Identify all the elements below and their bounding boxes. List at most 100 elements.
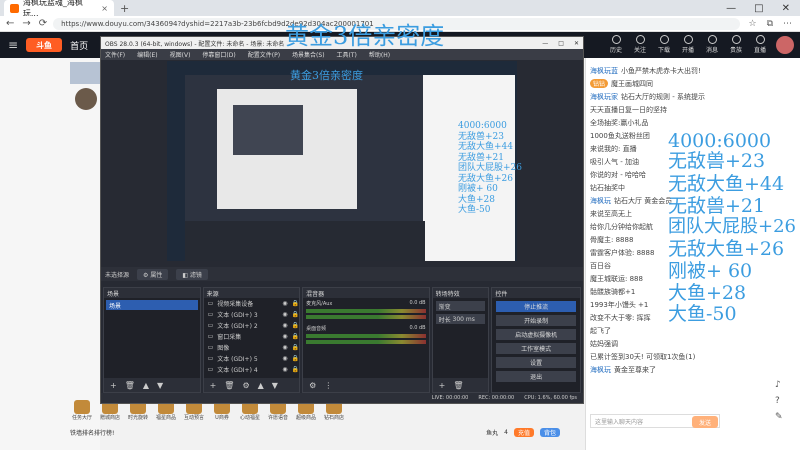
source-item[interactable]: ▭ 窗口采集 ◉ 🔒: [204, 331, 300, 342]
close-tab-icon[interactable]: ×: [101, 4, 108, 13]
source-item[interactable]: ▭ 文本 (GDI+) 4 ◉ 🔒: [204, 364, 300, 375]
obs-menu-item[interactable]: 视图(V): [170, 50, 191, 59]
back-icon[interactable]: ←: [6, 18, 14, 29]
add-transition-icon[interactable]: +: [439, 381, 446, 390]
source-item[interactable]: ▭ 文本 (GDI+) 2 ◉ 🔒: [204, 320, 300, 331]
lock-icon[interactable]: 🔒: [292, 300, 299, 307]
header-history-button[interactable]: 历史: [608, 35, 624, 54]
lock-icon[interactable]: 🔒: [292, 355, 299, 362]
chat-username[interactable]: 海枫玩蓝: [590, 66, 618, 76]
source-item[interactable]: ▭ 视频采集设备 ◉ 🔒: [204, 298, 300, 309]
source-down-icon[interactable]: ▼: [272, 381, 278, 390]
eye-icon[interactable]: ◉: [282, 344, 287, 351]
obs-menu-item[interactable]: 文件(F): [105, 50, 125, 59]
obs-menu-item[interactable]: 工具(T): [337, 50, 357, 59]
eye-icon[interactable]: ◉: [282, 366, 287, 373]
forward-icon[interactable]: →: [22, 18, 30, 29]
obs-minimize-icon[interactable]: —: [542, 40, 548, 47]
star-icon[interactable]: ☆: [748, 19, 756, 29]
backpack-button[interactable]: 背包: [539, 427, 560, 437]
header-message-button[interactable]: 消息: [704, 35, 720, 54]
eye-icon[interactable]: ◉: [282, 322, 287, 329]
filters-button[interactable]: ◧ 滤镜: [176, 268, 208, 280]
add-icon[interactable]: +: [110, 381, 117, 390]
header-vip-button[interactable]: 贵族: [728, 35, 744, 54]
send-button[interactable]: 发送: [692, 416, 718, 428]
source-up-icon[interactable]: ▲: [258, 381, 264, 390]
source-settings-icon[interactable]: ⚙: [242, 381, 249, 390]
source-item[interactable]: ▭ 图像 ◉ 🔒: [204, 342, 300, 353]
header-open-button[interactable]: 开播: [680, 35, 696, 54]
header-live-button[interactable]: 直播: [752, 35, 768, 54]
down-icon[interactable]: ▼: [157, 381, 163, 390]
header-download-button[interactable]: 下载: [656, 35, 672, 54]
extensions-icon[interactable]: ⧉: [767, 19, 773, 29]
lock-icon[interactable]: 🔒: [292, 344, 299, 351]
hamburger-icon[interactable]: ≡: [0, 38, 26, 52]
eye-icon[interactable]: ◉: [282, 311, 287, 318]
header-follow-button[interactable]: 关注: [632, 35, 648, 54]
streamer-avatar[interactable]: [75, 88, 97, 110]
source-name: 窗口采集: [217, 334, 242, 341]
minimize-icon[interactable]: —: [726, 3, 736, 14]
new-tab-icon[interactable]: +: [120, 2, 129, 15]
chat-text: 全场抽奖:赢小礼品: [590, 118, 649, 127]
eye-icon[interactable]: ◉: [282, 355, 287, 362]
home-link[interactable]: 首页: [70, 39, 88, 52]
obs-close-icon[interactable]: ✕: [574, 40, 579, 47]
obs-menu-item[interactable]: 编辑(E): [137, 50, 157, 59]
gift-bar-item[interactable]: 任务大厅: [70, 400, 94, 424]
eye-icon[interactable]: ◉: [282, 333, 287, 340]
help-icon[interactable]: ?: [775, 396, 793, 406]
lock-icon[interactable]: 🔒: [292, 311, 299, 318]
trash-source-icon[interactable]: 🗑: [224, 381, 234, 390]
control-button[interactable]: 开始录制: [496, 315, 576, 326]
edit-icon[interactable]: ✎: [775, 412, 793, 422]
maximize-icon[interactable]: □: [754, 3, 763, 14]
obs-menu-item[interactable]: 帮助(H): [369, 50, 390, 59]
obs-menu-item[interactable]: 场景集合(S): [292, 50, 325, 59]
transition-select[interactable]: 渐变: [435, 301, 486, 311]
chat-username[interactable]: 海枫玩: [590, 196, 611, 206]
menu-icon[interactable]: ⋯: [783, 19, 792, 29]
mixer-more-icon[interactable]: ⋮: [324, 381, 332, 390]
lock-icon[interactable]: 🔒: [292, 333, 299, 340]
close-window-icon[interactable]: ✕: [782, 3, 790, 14]
duration-field[interactable]: 时长 300 ms: [435, 314, 486, 324]
scene-item[interactable]: 场景: [106, 300, 198, 310]
properties-button[interactable]: ⚙ 属性: [137, 268, 169, 280]
stream-thumbnail[interactable]: [70, 62, 100, 84]
eye-icon[interactable]: ◉: [282, 300, 287, 307]
desktop-db: 0.0 dB: [409, 325, 426, 331]
browser-tab[interactable]: 海枫玩蓝魂_海枫玩... ×: [4, 0, 114, 18]
control-button[interactable]: 停止推流: [496, 301, 576, 312]
obs-maximize-icon[interactable]: □: [558, 40, 564, 47]
refresh-icon[interactable]: ⟳: [39, 18, 47, 29]
source-item[interactable]: ▭ 文本 (GDI+) 5 ◉ 🔒: [204, 353, 300, 364]
obs-menu-item[interactable]: 停靠窗口(D): [202, 50, 235, 59]
source-item[interactable]: ▭ 文本 (GDI+) 3 ◉ 🔒: [204, 309, 300, 320]
trash-icon[interactable]: 🗑: [125, 381, 135, 390]
douyu-logo[interactable]: 斗鱼: [26, 38, 63, 52]
gift-bar-label: 福星商品: [155, 415, 176, 421]
chat-username[interactable]: 海枫玩家: [590, 92, 618, 102]
trash-transition-icon[interactable]: 🗑: [453, 381, 463, 390]
user-avatar[interactable]: [776, 36, 794, 54]
control-button[interactable]: 设置: [496, 357, 576, 368]
up-icon[interactable]: ▲: [143, 381, 149, 390]
bell-icon[interactable]: ♪: [775, 380, 793, 390]
lock-icon[interactable]: 🔒: [292, 366, 299, 373]
chat-username[interactable]: 海枫玩: [590, 365, 611, 375]
recharge-button[interactable]: 充值: [513, 427, 534, 437]
mic-volume-slider[interactable]: [306, 315, 426, 319]
gift-bar-label: 赠城商店: [99, 415, 120, 421]
add-source-icon[interactable]: +: [210, 381, 217, 390]
mixer-settings-icon[interactable]: ⚙: [309, 381, 316, 390]
desktop-volume-slider[interactable]: [306, 340, 426, 344]
control-button[interactable]: 工作室模式: [496, 343, 576, 354]
header-live-label: 直播: [753, 47, 766, 54]
lock-icon[interactable]: 🔒: [292, 322, 299, 329]
control-button[interactable]: 启动虚拟摄像机: [496, 329, 576, 340]
obs-menu-item[interactable]: 配置文件(P): [248, 50, 280, 59]
control-button[interactable]: 退出: [496, 371, 576, 382]
